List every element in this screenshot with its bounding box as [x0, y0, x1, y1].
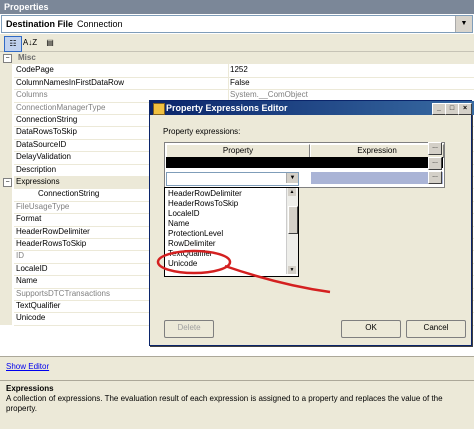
- categorized-icon[interactable]: ☷: [4, 36, 22, 52]
- dialog-title: Property Expressions Editor: [150, 101, 474, 115]
- list-item[interactable]: HeaderRowsToSkip: [168, 199, 238, 209]
- commands-pane: Show Editor: [0, 356, 474, 380]
- list-item[interactable]: HeaderRowDelimiter: [168, 189, 242, 199]
- list-item[interactable]: ProtectionLevel: [168, 229, 223, 239]
- scroll-up-icon[interactable]: ▲: [288, 188, 296, 196]
- cancel-button[interactable]: Cancel: [406, 320, 466, 338]
- property-dropdown-list[interactable]: HeaderRowDelimiter HeaderRowsToSkip Loca…: [164, 187, 299, 277]
- object-type: Connection: [77, 19, 123, 29]
- list-item[interactable]: TextQualifier: [168, 249, 212, 259]
- window-title: Properties: [0, 0, 474, 14]
- property-pages-icon[interactable]: ▤: [42, 36, 58, 50]
- list-item[interactable]: Name: [168, 219, 189, 229]
- chevron-down-icon[interactable]: ▼: [286, 173, 298, 183]
- ellipsis-button[interactable]: ...: [428, 142, 442, 155]
- delete-button[interactable]: Delete: [164, 320, 214, 338]
- property-combobox[interactable]: ▼: [166, 172, 299, 186]
- list-item[interactable]: Unicode: [168, 259, 197, 269]
- minimize-icon[interactable]: _: [432, 103, 446, 115]
- description-text: A collection of expressions. The evaluat…: [6, 394, 443, 413]
- redacted-row: [166, 157, 443, 168]
- description-title: Expressions: [6, 384, 54, 393]
- column-header-expression[interactable]: Expression: [310, 144, 444, 158]
- table-row[interactable]: ColumnNamesInFirstDataRow False: [0, 76, 474, 91]
- category-misc[interactable]: − Misc: [0, 52, 474, 65]
- collapse-icon[interactable]: −: [3, 54, 12, 63]
- chevron-down-icon[interactable]: ▼: [455, 16, 472, 32]
- object-selector[interactable]: Destination File Connection ▼: [1, 15, 473, 33]
- property-expressions-dialog: Property Expressions Editor _ □ × Proper…: [149, 100, 474, 346]
- properties-toolbar: ☷ A↓Z ▤: [0, 34, 474, 52]
- table-row[interactable]: CodePage 1252: [0, 64, 474, 78]
- ok-button[interactable]: OK: [341, 320, 401, 338]
- scroll-thumb[interactable]: [288, 206, 298, 234]
- description-pane: Expressions A collection of expressions.…: [0, 380, 474, 429]
- expressions-grid[interactable]: Property Expression ▼: [164, 142, 445, 188]
- scroll-down-icon[interactable]: ▼: [288, 266, 296, 274]
- expression-cell[interactable]: [311, 172, 443, 184]
- dialog-app-icon: [153, 103, 165, 115]
- alphabetical-icon[interactable]: A↓Z: [22, 36, 38, 50]
- show-editor-link[interactable]: Show Editor: [6, 362, 49, 371]
- maximize-icon[interactable]: □: [445, 103, 459, 115]
- column-header-property[interactable]: Property: [166, 144, 310, 158]
- property-expressions-label: Property expressions:: [163, 127, 241, 136]
- collapse-icon[interactable]: −: [3, 178, 12, 187]
- list-scrollbar[interactable]: ▲ ▼: [286, 188, 298, 274]
- ellipsis-button[interactable]: ...: [428, 171, 442, 184]
- close-icon[interactable]: ×: [458, 103, 472, 115]
- list-item[interactable]: LocaleID: [168, 209, 200, 219]
- object-name: Destination File: [6, 19, 74, 29]
- list-item[interactable]: RowDelimiter: [168, 239, 216, 249]
- ellipsis-button[interactable]: ...: [428, 157, 442, 170]
